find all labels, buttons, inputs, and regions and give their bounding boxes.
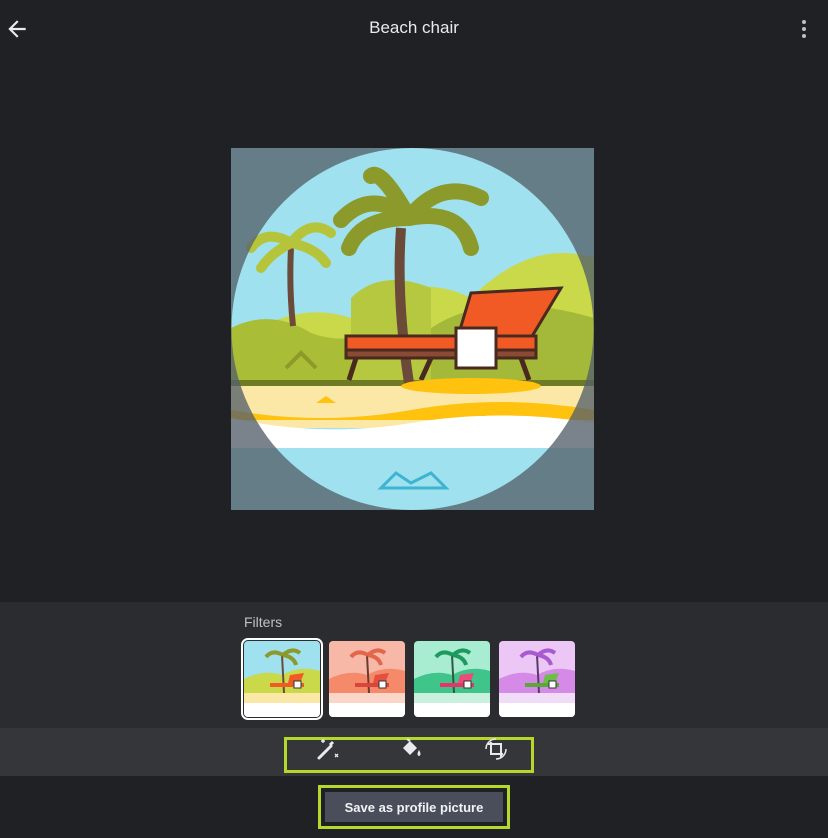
filters-panel: Filters (0, 602, 828, 728)
paint-bucket-icon (403, 738, 421, 756)
save-highlight: Save as profile picture (318, 785, 510, 829)
auto-enhance-button[interactable] (315, 736, 341, 762)
filter-original[interactable] (241, 638, 323, 720)
page-title: Beach chair (369, 18, 459, 37)
more-options-button[interactable] (794, 18, 814, 40)
magic-wand-icon (317, 739, 339, 760)
crop-rotate-button[interactable] (483, 736, 509, 762)
filter-violet[interactable] (499, 641, 575, 717)
image-preview (231, 148, 594, 510)
filter-mint[interactable] (414, 641, 490, 717)
top-bar: Beach chair (0, 0, 828, 58)
filter-preview-coral (329, 641, 405, 717)
save-as-profile-picture-button[interactable]: Save as profile picture (325, 792, 503, 822)
filter-preview-violet (499, 641, 575, 717)
more-vert-icon (802, 20, 806, 38)
beach-chair-illustration (231, 148, 594, 510)
filter-preview-mint (414, 641, 490, 717)
fill-color-button[interactable] (398, 736, 424, 762)
filter-coral[interactable] (329, 641, 405, 717)
edit-tools-bar (0, 728, 828, 776)
filters-label: Filters (244, 614, 283, 630)
filter-preview-original (244, 641, 320, 717)
crop-rotate-icon (485, 738, 507, 760)
